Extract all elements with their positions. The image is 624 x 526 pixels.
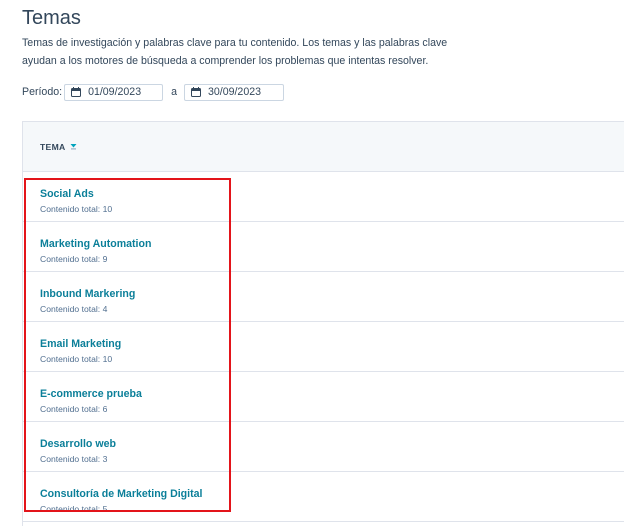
table-row: E-commerce prueba Contenido total: 6 <box>23 372 624 422</box>
topic-link[interactable]: Inbound Markering <box>40 288 135 301</box>
topic-content-count: Contenido total: 3 <box>40 454 108 464</box>
topic-link[interactable]: Consultoría de Marketing Digital <box>40 488 202 501</box>
topic-link[interactable]: Email Marketing <box>40 338 121 351</box>
column-header-tema[interactable]: TEMA <box>40 142 66 152</box>
date-range-separator: a <box>171 86 177 98</box>
calendar-icon <box>71 87 82 97</box>
table-row: Consultoría de Marketing Digital Conteni… <box>23 472 624 522</box>
topic-content-count: Contenido total: 6 <box>40 404 108 414</box>
topic-content-count: Contenido total: 10 <box>40 354 113 364</box>
calendar-icon <box>190 87 201 97</box>
table-row: Desarrollo web Contenido total: 3 <box>23 422 624 472</box>
end-date-value: 30/09/2023 <box>207 86 261 98</box>
topic-link[interactable]: E-commerce prueba <box>40 388 142 401</box>
table-row: Marketing Automation Contenido total: 9 <box>23 222 624 272</box>
topic-content-count: Contenido total: 5 <box>40 504 108 514</box>
table-row: Email Marketing Contenido total: 10 <box>23 322 624 372</box>
start-date-value: 01/09/2023 <box>88 86 142 98</box>
sort-down-icon[interactable] <box>70 143 77 150</box>
period-filter: Período: 01/09/2023 a 30/09/2023 <box>22 83 284 101</box>
page-description: Temas de investigación y palabras clave … <box>22 37 448 67</box>
topics-table: TEMA Social Ads Contenido total: 10 Mark… <box>22 121 624 526</box>
table-row: Inbound Markering Contenido total: 4 <box>23 272 624 322</box>
end-date-field[interactable]: 30/09/2023 <box>183 83 284 101</box>
topic-link[interactable]: Marketing Automation <box>40 238 151 251</box>
table-header: TEMA <box>23 121 624 172</box>
topic-content-count: Contenido total: 9 <box>40 254 108 264</box>
topic-content-count: Contenido total: 4 <box>40 304 108 314</box>
start-date-field[interactable]: 01/09/2023 <box>64 83 164 101</box>
topic-link[interactable]: Social Ads <box>40 188 94 201</box>
topic-content-count: Contenido total: 10 <box>40 204 113 214</box>
table-row: Social Ads Contenido total: 10 <box>23 172 624 222</box>
topic-link[interactable]: Desarrollo web <box>40 438 116 451</box>
table-body: Social Ads Contenido total: 10 Marketing… <box>23 172 624 522</box>
period-label: Período: <box>22 86 63 98</box>
page-title: Temas <box>22 7 81 29</box>
